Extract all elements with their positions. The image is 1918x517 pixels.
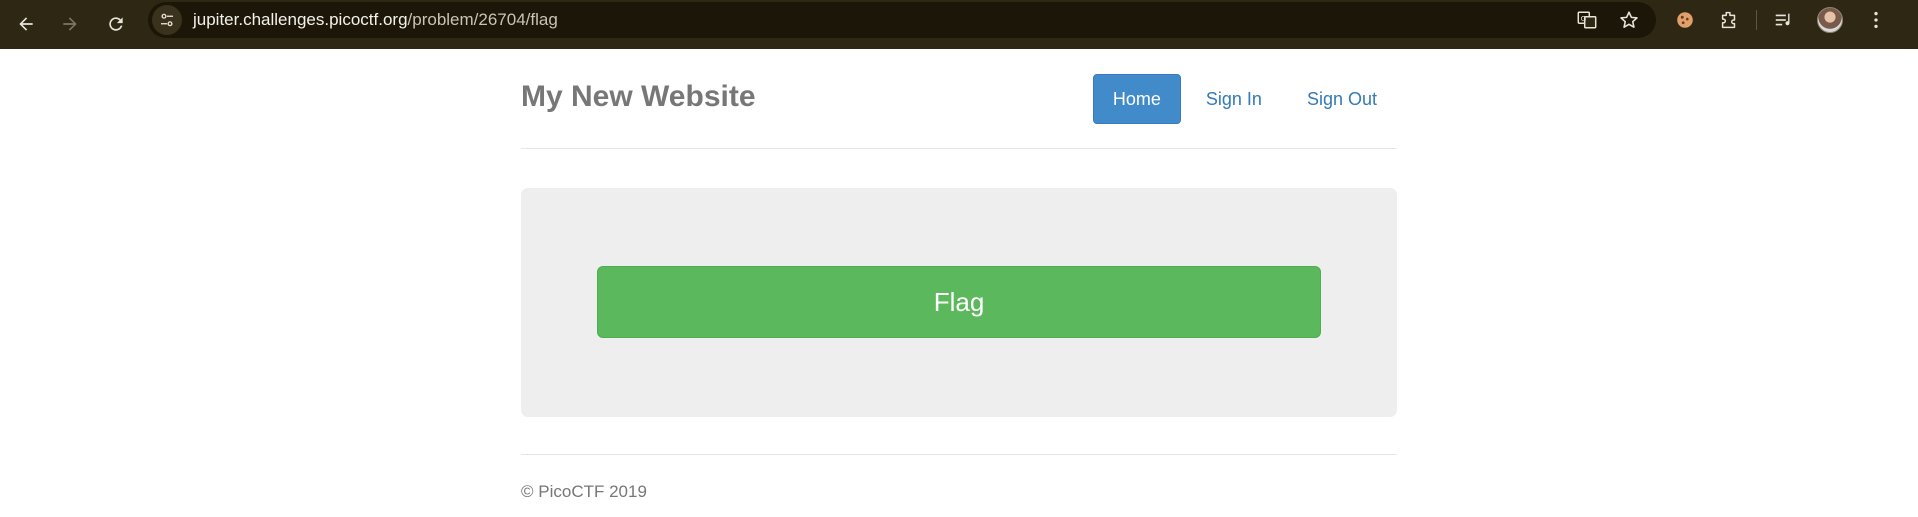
forward-button[interactable]	[52, 6, 88, 42]
page-container: My New Website Home Sign In Sign Out Fla…	[521, 49, 1397, 501]
avatar	[1817, 7, 1843, 33]
url-path: /problem/26704/flag	[407, 10, 558, 29]
extension-button[interactable]	[1670, 5, 1700, 35]
jumbotron: Flag	[521, 188, 1397, 417]
arrow-left-icon	[19, 17, 33, 31]
nav-sign-out-link[interactable]: Sign Out	[1287, 74, 1397, 124]
reload-button[interactable]	[98, 6, 134, 42]
site-header: My New Website Home Sign In Sign Out	[521, 49, 1397, 149]
toolbar-separator	[1756, 10, 1757, 30]
reading-list-button[interactable]	[1769, 5, 1799, 35]
arrow-right-icon	[63, 17, 77, 31]
playlist-icon	[1775, 13, 1790, 26]
profile-button[interactable]	[1815, 5, 1845, 35]
browser-toolbar: jupiter.challenges.picoctf.org/problem/2…	[0, 0, 1918, 49]
cookie-icon	[1677, 12, 1693, 28]
translate-button[interactable]: G	[1574, 7, 1600, 33]
menu-button[interactable]	[1861, 5, 1891, 35]
translate-icon: G	[1577, 11, 1597, 29]
extensions-button[interactable]	[1714, 5, 1744, 35]
flag-button[interactable]: Flag	[597, 266, 1321, 338]
tune-icon	[161, 13, 173, 27]
site-footer: © PicoCTF 2019	[521, 454, 1397, 502]
nav-pills: Home Sign In Sign Out	[1092, 74, 1397, 124]
address-bar[interactable]: jupiter.challenges.picoctf.org/problem/2…	[148, 2, 1656, 38]
url-text: jupiter.challenges.picoctf.org/problem/2…	[193, 10, 558, 30]
footer-copyright: © PicoCTF 2019	[521, 482, 647, 501]
svg-text:G: G	[1581, 14, 1587, 23]
reload-icon	[109, 17, 123, 31]
bookmark-button[interactable]	[1616, 7, 1642, 33]
puzzle-icon	[1721, 11, 1736, 29]
kebab-menu-icon	[1874, 11, 1878, 29]
nav-home-link[interactable]: Home	[1092, 74, 1181, 124]
site-title: My New Website	[521, 80, 756, 113]
back-button[interactable]	[8, 6, 44, 42]
nav-sign-in-link[interactable]: Sign In	[1186, 74, 1282, 124]
url-host: jupiter.challenges.picoctf.org	[193, 10, 408, 29]
star-icon	[1620, 11, 1638, 28]
site-info-button[interactable]	[152, 5, 182, 35]
